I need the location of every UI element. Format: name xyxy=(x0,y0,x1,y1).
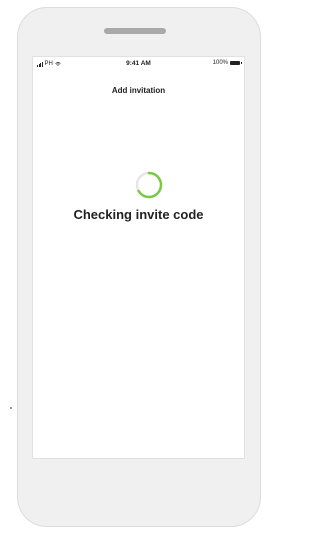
loading-spinner-icon xyxy=(135,171,163,199)
battery-icon xyxy=(230,61,242,65)
status-right: 100% xyxy=(212,60,242,66)
side-marker xyxy=(10,407,12,409)
status-message: Checking invite code xyxy=(73,207,204,222)
status-bar: PH 9:41 AM 100% xyxy=(33,57,244,71)
phone-speaker xyxy=(104,28,166,34)
battery-percent: 100% xyxy=(212,60,228,66)
page-title: Add invitation xyxy=(111,86,166,95)
phone-screen: PH 9:41 AM 100% Add invitation Checking … xyxy=(32,56,245,459)
